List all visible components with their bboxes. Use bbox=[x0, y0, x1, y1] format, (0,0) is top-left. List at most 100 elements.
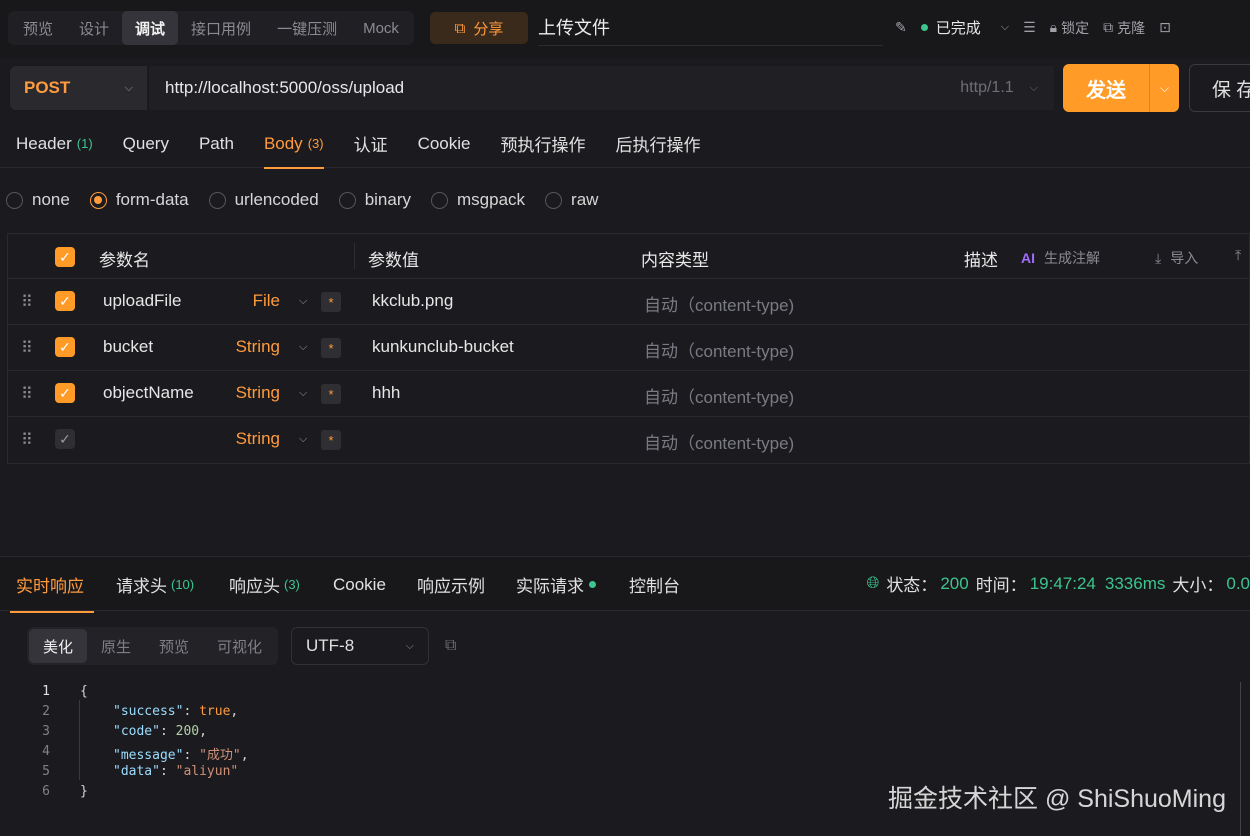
ai-note-button[interactable]: AI 生成注解 bbox=[1021, 248, 1100, 268]
upload-icon[interactable]: ⤒ bbox=[1235, 247, 1241, 264]
body-type-raw[interactable]: raw bbox=[545, 190, 598, 210]
more-icon[interactable]: ⊡ bbox=[1159, 19, 1171, 36]
row-checkbox[interactable]: ✓ bbox=[55, 429, 75, 449]
body-type-urlencoded[interactable]: urlencoded bbox=[208, 190, 319, 210]
tab-count: (3) bbox=[307, 136, 324, 151]
content-type-input[interactable]: 自动（content-type) bbox=[644, 291, 794, 316]
mode-tab-test-case[interactable]: 接口用例 bbox=[178, 11, 264, 45]
radio-label: msgpack bbox=[457, 190, 526, 209]
mode-tab-mock[interactable]: Mock bbox=[350, 11, 412, 45]
clone-button[interactable]: ⧉ 克隆 bbox=[1103, 18, 1145, 38]
row-checkbox[interactable]: ✓ bbox=[55, 291, 75, 311]
required-toggle-icon[interactable]: * bbox=[321, 292, 341, 312]
lock-label: 锁定 bbox=[1061, 19, 1090, 36]
param-value-input[interactable]: kunkunclub-bucket bbox=[372, 337, 514, 357]
mode-tab-preview[interactable]: 预览 bbox=[10, 11, 66, 45]
select-all-checkbox[interactable]: ✓ bbox=[55, 247, 75, 267]
status-select[interactable]: 已完成 ⌵ bbox=[920, 17, 1009, 38]
protocol-select[interactable]: http/1.1 ⌵ bbox=[960, 79, 1038, 97]
required-toggle-icon[interactable]: * bbox=[321, 384, 341, 404]
tab-actual-request[interactable]: 实际请求 bbox=[516, 557, 596, 612]
tab-live-response[interactable]: 实时响应 bbox=[10, 557, 94, 613]
line-number: 5 bbox=[42, 764, 50, 779]
send-button[interactable]: 发送 ⌵ bbox=[1063, 64, 1179, 112]
scrollbar[interactable] bbox=[1240, 682, 1250, 836]
drag-handle-icon[interactable]: ⠿ bbox=[21, 292, 33, 312]
row-checkbox[interactable]: ✓ bbox=[55, 337, 75, 357]
chevron-down-icon[interactable]: ⌵ bbox=[299, 387, 307, 400]
body-type-form-data[interactable]: form-data bbox=[89, 190, 189, 210]
param-name-input[interactable]: objectName bbox=[103, 383, 194, 403]
method-select[interactable]: POST ⌵ bbox=[10, 66, 147, 110]
tab-pre-request[interactable]: 预执行操作 bbox=[501, 120, 586, 168]
drag-handle-icon[interactable]: ⠿ bbox=[21, 338, 33, 358]
param-type-select[interactable]: String bbox=[228, 429, 280, 449]
doc-title-input[interactable]: 上传文件 bbox=[538, 14, 883, 46]
param-value-input[interactable]: kkclub.png bbox=[372, 291, 453, 311]
tab-console[interactable]: 控制台 bbox=[629, 557, 680, 612]
content-type-input[interactable]: 自动（content-type) bbox=[644, 429, 794, 454]
body-type-none[interactable]: none bbox=[6, 190, 70, 210]
row-checkbox[interactable]: ✓ bbox=[55, 383, 75, 403]
required-toggle-icon[interactable]: * bbox=[321, 338, 341, 358]
tab-query[interactable]: Query bbox=[123, 120, 169, 168]
mode-tab-debug[interactable]: 调试 bbox=[122, 11, 179, 45]
param-type-select[interactable]: String bbox=[228, 337, 280, 357]
drag-handle-icon[interactable]: ⠿ bbox=[21, 430, 33, 450]
import-button[interactable]: ⤓ 导入 bbox=[1155, 248, 1198, 268]
tab-auth[interactable]: 认证 bbox=[354, 120, 388, 168]
share-icon: ⧉ bbox=[454, 19, 466, 37]
view-mode-preview[interactable]: 预览 bbox=[145, 629, 203, 663]
tab-body[interactable]: Body (3) bbox=[263, 120, 324, 169]
tab-label: 请求头 bbox=[116, 577, 167, 596]
chevron-down-icon[interactable]: ⌵ bbox=[299, 341, 307, 354]
code-line: "message": "成功", bbox=[113, 748, 249, 763]
save-button[interactable]: 保 存 bbox=[1189, 64, 1250, 112]
param-type-select[interactable]: File bbox=[228, 291, 280, 311]
param-type-select[interactable]: String bbox=[228, 383, 280, 403]
tab-request-headers[interactable]: 请求头 (10) bbox=[116, 557, 194, 612]
outline-icon[interactable]: ☰ bbox=[1023, 19, 1036, 36]
share-button[interactable]: ⧉ 分享 bbox=[430, 12, 528, 44]
send-options-chevron-icon[interactable]: ⌵ bbox=[1149, 64, 1179, 112]
content-type-input[interactable]: 自动（content-type) bbox=[644, 337, 794, 362]
edit-icon[interactable]: ✎ bbox=[895, 19, 907, 36]
chevron-down-icon[interactable]: ⌵ bbox=[299, 433, 307, 446]
body-type-binary[interactable]: binary bbox=[338, 190, 411, 210]
view-mode-visual[interactable]: 可视化 bbox=[203, 629, 276, 663]
mode-tab-load-test[interactable]: 一键压测 bbox=[264, 11, 350, 45]
json-value: 200 bbox=[175, 724, 200, 739]
ai-icon: AI bbox=[1021, 250, 1035, 266]
json-value: "成功" bbox=[199, 748, 241, 763]
param-name-input[interactable]: uploadFile bbox=[103, 291, 181, 311]
url-input[interactable]: http://localhost:5000/oss/upload http/1.… bbox=[149, 66, 1054, 110]
required-toggle-icon[interactable]: * bbox=[321, 430, 341, 450]
tab-label: 控制台 bbox=[629, 577, 680, 596]
drag-handle-icon[interactable]: ⠿ bbox=[21, 384, 33, 404]
tab-response-headers[interactable]: 响应头 (3) bbox=[229, 557, 300, 612]
view-mode-pretty[interactable]: 美化 bbox=[29, 629, 88, 663]
tab-header[interactable]: Header (1) bbox=[16, 120, 93, 168]
content-type-input[interactable]: 自动（content-type) bbox=[644, 383, 794, 408]
tab-label: Body bbox=[263, 133, 303, 153]
tab-path[interactable]: Path bbox=[199, 120, 234, 168]
tab-cookie[interactable]: Cookie bbox=[418, 120, 471, 168]
indent-guide bbox=[79, 700, 80, 780]
param-name-input[interactable]: bucket bbox=[103, 337, 153, 357]
encoding-select[interactable]: UTF-8 ⌵ bbox=[291, 627, 429, 665]
tab-response-cookie[interactable]: Cookie bbox=[333, 557, 386, 612]
status-code: 200 bbox=[940, 573, 969, 593]
copy-icon[interactable]: ⧉ bbox=[445, 637, 456, 655]
param-value-input[interactable]: hhh bbox=[372, 383, 400, 403]
view-mode-raw[interactable]: 原生 bbox=[87, 629, 145, 663]
col-name-header: 参数名 bbox=[99, 251, 150, 270]
tab-post-request[interactable]: 后执行操作 bbox=[616, 120, 701, 168]
status-group: ✎ 已完成 ⌵ ☰ 🔒︎ 锁定 ⧉ 克隆 ⊡ bbox=[895, 17, 1171, 38]
column-divider bbox=[354, 243, 355, 269]
chevron-down-icon[interactable]: ⌵ bbox=[299, 295, 307, 308]
lock-button[interactable]: 🔒︎ 锁定 bbox=[1050, 18, 1089, 38]
body-type-msgpack[interactable]: msgpack bbox=[431, 190, 525, 210]
tab-response-example[interactable]: 响应示例 bbox=[417, 557, 485, 612]
mode-tab-design[interactable]: 设计 bbox=[66, 11, 122, 45]
radio-label: raw bbox=[571, 190, 599, 209]
